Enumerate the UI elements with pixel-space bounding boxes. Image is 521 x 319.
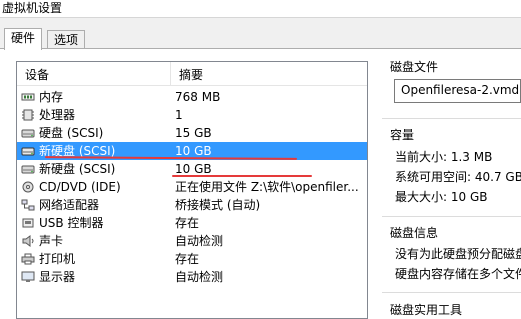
device-row-sound-card[interactable]: 声卡 自动检测 (17, 232, 367, 250)
capacity-group-title: 容量 (390, 128, 415, 142)
device-row-hard-disk[interactable]: 硬盘 (SCSI) 15 GB (17, 124, 367, 142)
device-name: 处理器 (39, 108, 76, 122)
device-name: 内存 (39, 90, 64, 104)
device-summary: 768 MB (175, 90, 221, 104)
network-adapter-icon (21, 199, 35, 211)
cd-dvd-icon (22, 181, 34, 193)
device-name: USB 控制器 (39, 216, 104, 230)
device-summary: 自动检测 (175, 234, 224, 248)
device-name: 打印机 (39, 252, 76, 266)
device-name: 新硬盘 (SCSI) (39, 162, 116, 176)
disk-info-group-title: 磁盘信息 (390, 226, 439, 240)
device-row-network-adapter[interactable]: 网络适配器 桥接模式 (自动) (17, 196, 367, 214)
device-summary: 15 GB (175, 126, 212, 140)
disk-info-line-2: 硬盘内容存储在多个文件 (395, 267, 521, 281)
hard-disk-icon (21, 147, 35, 156)
disk-file-group-title: 磁盘文件 (390, 60, 439, 74)
disk-utilities-group-title: 磁盘实用工具 (390, 303, 463, 317)
available-space-text: 系统可用空间: 40.7 GB (395, 170, 521, 184)
disk-info-line-1: 没有为此硬盘预分配磁盘 (395, 247, 521, 261)
hard-disk-icon (21, 129, 35, 138)
column-header-summary[interactable]: 摘要 (179, 66, 203, 83)
group-divider (382, 216, 521, 217)
current-size-text: 当前大小: 1.3 MB (395, 150, 493, 164)
window-title: 虚拟机设置 (2, 1, 63, 15)
device-summary: 存在 (175, 252, 200, 266)
processor-icon (22, 109, 34, 121)
device-row-printer[interactable]: 打印机 存在 (17, 250, 367, 268)
device-summary: 自动检测 (175, 270, 224, 284)
annotation-underline (172, 175, 312, 177)
column-header-device[interactable]: 设备 (25, 66, 49, 83)
column-divider[interactable] (170, 62, 171, 86)
device-summary: 正在使用文件 Z:\软件\openfiler... (175, 180, 359, 194)
device-summary: 桥接模式 (自动) (175, 198, 261, 212)
memory-icon (21, 93, 35, 101)
device-row-cd-dvd[interactable]: CD/DVD (IDE) 正在使用文件 Z:\软件\openfiler... (17, 178, 367, 196)
usb-icon (22, 218, 34, 228)
device-summary: 1 (175, 108, 183, 122)
hard-disk-icon (21, 165, 35, 174)
device-name: 网络适配器 (39, 198, 100, 212)
device-list[interactable]: 设备 摘要 内存 768 MB 处理器 1 硬盘 (SCSI) 15 GB 新硬… (16, 61, 368, 319)
device-name: 显示器 (39, 270, 76, 284)
device-row-display[interactable]: 显示器 自动检测 (17, 268, 367, 286)
device-row-processor[interactable]: 处理器 1 (17, 106, 367, 124)
device-name: 声卡 (39, 234, 64, 248)
max-size-text: 最大大小: 10 GB (395, 190, 488, 204)
disk-file-field[interactable]: Openfileresa-2.vmdk (394, 79, 521, 103)
device-name: 硬盘 (SCSI) (39, 126, 104, 140)
display-icon (21, 271, 35, 282)
group-divider (382, 118, 521, 119)
printer-icon (21, 253, 35, 265)
group-divider (382, 292, 521, 293)
device-row-memory[interactable]: 内存 768 MB (17, 88, 367, 106)
list-header: 设备 摘要 (17, 62, 367, 86)
sound-card-icon (22, 235, 34, 247)
device-name: CD/DVD (IDE) (39, 180, 121, 194)
device-row-usb-controller[interactable]: USB 控制器 存在 (17, 214, 367, 232)
tab-hardware[interactable]: 硬件 (4, 28, 43, 50)
tab-strip: 硬件 选项 (0, 28, 521, 50)
title-bar: 虚拟机设置 (0, 0, 521, 18)
device-summary: 存在 (175, 216, 200, 230)
tab-options[interactable]: 选项 (47, 30, 86, 50)
